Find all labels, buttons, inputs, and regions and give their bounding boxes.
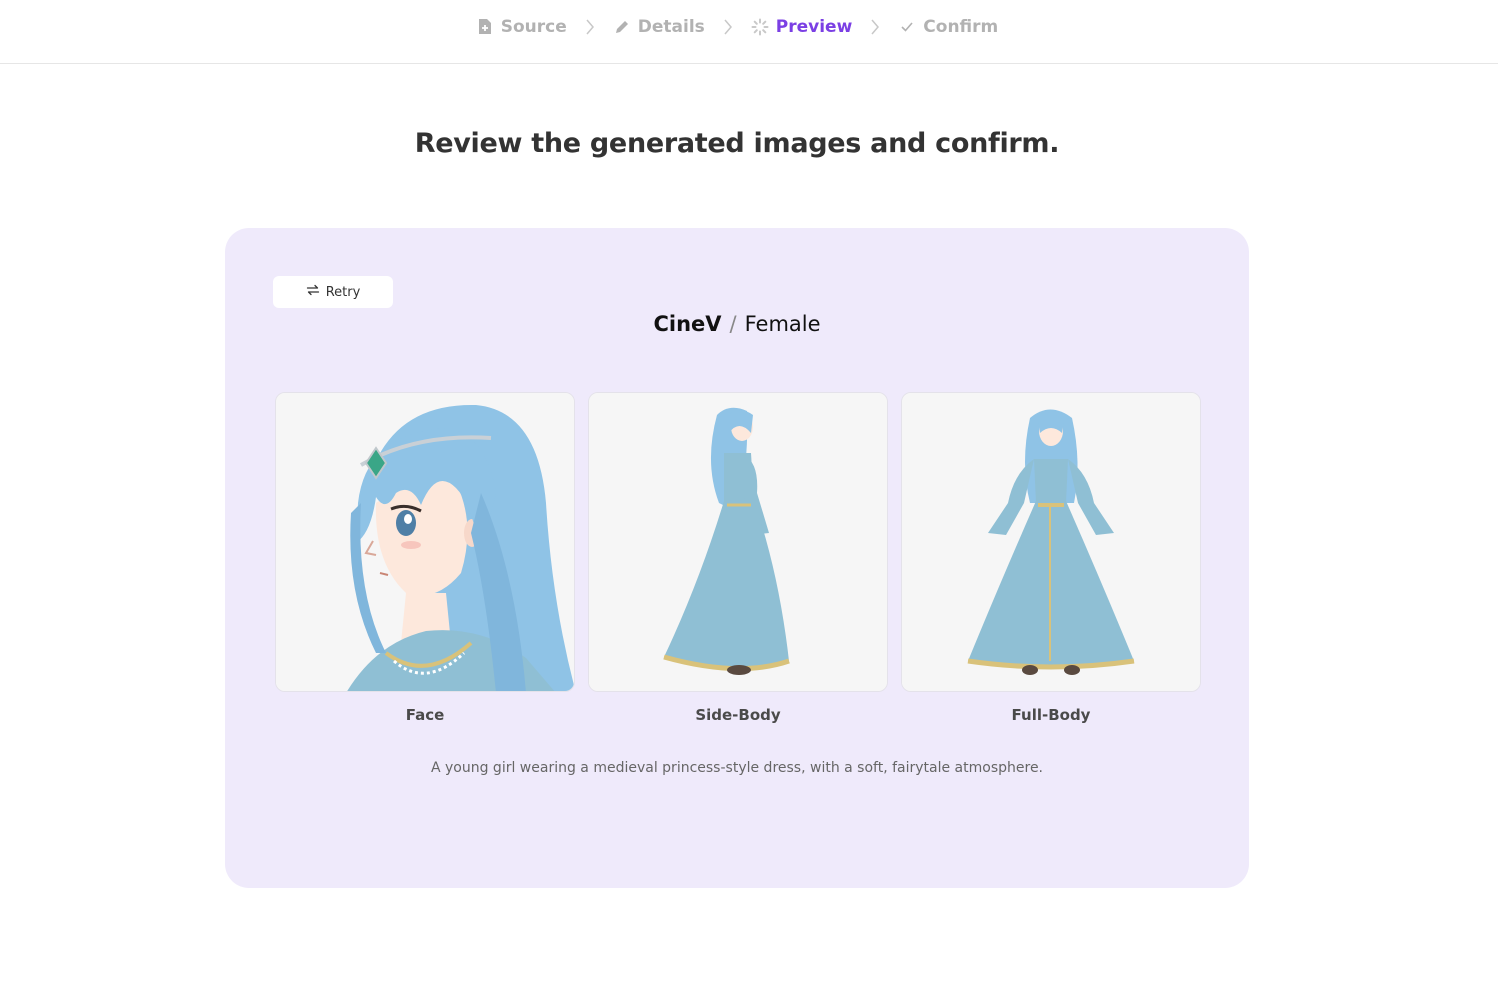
page-title: Review the generated images and confirm. — [414, 128, 1060, 159]
retry-label: Retry — [325, 284, 361, 300]
preview-card: Retry CineV / Female Face Side-Body Full… — [225, 228, 1249, 888]
full-body-image[interactable] — [901, 392, 1201, 692]
chevron-right-icon — [866, 18, 884, 36]
image-tile-face[interactable]: Face — [275, 392, 575, 724]
chevron-right-icon — [719, 18, 737, 36]
image-tile-full-body[interactable]: Full-Body — [901, 392, 1201, 724]
model-title: CineV / Female — [225, 312, 1249, 336]
check-icon — [898, 18, 916, 36]
pencil-icon — [613, 18, 631, 36]
chevron-right-icon — [581, 18, 599, 36]
step-source[interactable]: Source — [476, 17, 567, 37]
image-caption: Full-Body — [1011, 706, 1091, 724]
prompt-description: A young girl wearing a medieval princess… — [430, 760, 1044, 776]
side-body-image[interactable] — [588, 392, 888, 692]
face-image[interactable] — [275, 392, 575, 692]
progress-stepper: Source Details Preview Confirm — [0, 0, 1498, 64]
step-label: Confirm — [923, 16, 999, 37]
step-label: Details — [637, 16, 705, 37]
retry-button[interactable]: Retry — [273, 276, 393, 308]
image-caption: Face — [405, 706, 445, 724]
step-label: Source — [500, 16, 567, 37]
image-tile-side-body[interactable]: Side-Body — [588, 392, 888, 724]
title-separator: / — [729, 312, 737, 336]
file-plus-icon — [476, 18, 494, 36]
repeat-icon — [306, 283, 320, 301]
step-label: Preview — [775, 16, 853, 37]
model-category: Female — [744, 312, 821, 336]
image-caption: Side-Body — [695, 706, 781, 724]
step-confirm[interactable]: Confirm — [898, 17, 998, 37]
spinner-icon — [751, 18, 769, 36]
image-gallery: Face Side-Body Full-Body — [275, 392, 1201, 724]
step-preview[interactable]: Preview — [751, 16, 853, 37]
step-details[interactable]: Details — [613, 17, 705, 37]
model-brand: CineV — [653, 312, 722, 336]
